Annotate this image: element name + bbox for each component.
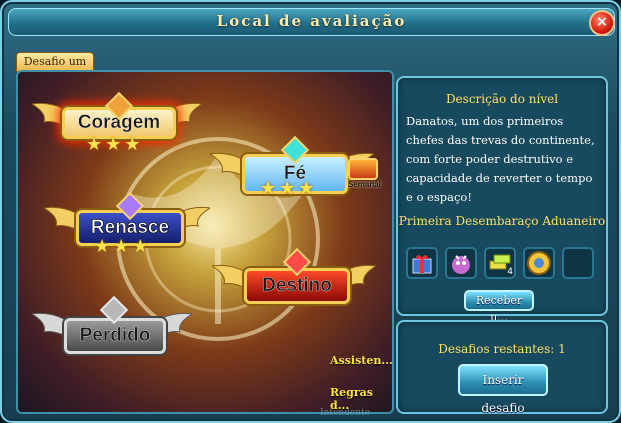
reward-slot[interactable] [523, 247, 555, 279]
stage-renasce[interactable]: Renasce ★★★ [44, 191, 210, 258]
stage-label: Destino [262, 275, 332, 296]
stage-perdido[interactable]: Perdido [32, 295, 192, 362]
receive-button[interactable]: Receber u... [464, 290, 534, 324]
level-info-panel: Descrição do nível Danatos, um dos prime… [396, 76, 608, 324]
tab-desafio-um[interactable]: Desafio um [16, 52, 94, 72]
faint-footer-text: Intendente [320, 408, 370, 418]
stage-map: Coragem ★★★ Fé ★★★ Renasce ★★★ Destino P… [16, 70, 394, 414]
gear-medal-icon [527, 251, 551, 275]
star-rating: ★★★ [94, 236, 152, 257]
challenge-panel: Desafios restantes: 1 Inserir desafio [396, 320, 608, 415]
weekly-chest[interactable]: Semanal [348, 158, 381, 189]
reward-slot[interactable]: 4 [484, 247, 516, 279]
stage-label: Perdido [79, 325, 151, 346]
description-header: Descrição do nível [445, 92, 559, 106]
stage-coragem[interactable]: Coragem ★★★ [32, 91, 202, 158]
chest-icon [348, 158, 378, 180]
reward-slot[interactable] [445, 247, 477, 279]
reward-slot[interactable] [406, 247, 438, 279]
remaining-challenges: Desafios restantes: 1 [438, 342, 566, 356]
gift-box-icon [412, 255, 432, 274]
enter-challenge-button[interactable]: Inserir desafio [458, 364, 548, 415]
assistant-link[interactable]: Assisten... [330, 354, 392, 367]
assessment-window: Local de avaliação × Desafio um Coragem … [0, 0, 621, 423]
first-clear-header: Primeira Desembaraço Aduaneiro [398, 214, 606, 228]
description-text: Danatos, um dos primeiros chefes das tre… [406, 114, 595, 204]
star-rating: ★★★ [260, 178, 318, 199]
title-bar: Local de avaliação [8, 8, 615, 36]
stage-plate: Perdido [64, 318, 166, 354]
close-button[interactable]: × [589, 10, 615, 36]
reward-slot-empty [562, 247, 594, 279]
stage-destino[interactable]: Destino [212, 247, 376, 314]
window-title: Local de avaliação [216, 12, 407, 30]
pink-creature-icon [452, 255, 470, 274]
reward-count: 4 [507, 267, 513, 277]
star-rating: ★★★ [86, 134, 144, 155]
weekly-label: Semanal [348, 180, 381, 189]
